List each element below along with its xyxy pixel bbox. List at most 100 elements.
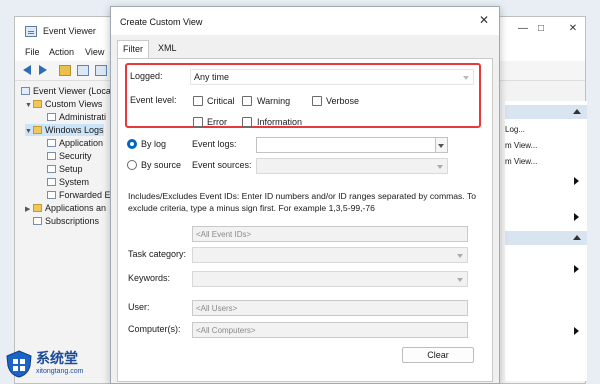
- tree-item-security[interactable]: Security: [47, 150, 92, 162]
- actions-header[interactable]: [505, 105, 587, 119]
- filter-panel: Logged: Any time Event level: Critical W…: [117, 58, 493, 382]
- watermark-logo: 系统堂 xitongtang.com: [0, 344, 100, 384]
- submenu-arrow-icon[interactable]: [574, 265, 579, 273]
- log-icon: [33, 217, 42, 225]
- information-checkbox[interactable]: [242, 117, 252, 127]
- expand-chevron-icon[interactable]: ▼: [25, 126, 33, 138]
- keywords-label: Keywords:: [128, 273, 171, 283]
- logged-dropdown[interactable]: Any time: [190, 69, 474, 85]
- minimize-button[interactable]: —: [515, 23, 531, 34]
- log-icon: [47, 178, 56, 186]
- shield-logo-icon: [6, 350, 32, 378]
- by-log-radio[interactable]: [127, 139, 137, 149]
- event-ids-input[interactable]: <All Event IDs>: [192, 226, 468, 242]
- event-viewer-app-icon: [25, 26, 37, 37]
- user-label: User:: [128, 302, 150, 312]
- expand-chevron-icon[interactable]: ▶: [25, 204, 33, 216]
- chevron-down-icon: [438, 144, 444, 148]
- tab-filter[interactable]: Filter: [117, 40, 149, 58]
- event-logs-dropdown-button[interactable]: [435, 138, 447, 152]
- close-icon[interactable]: ✕: [477, 13, 491, 27]
- collapse-icon: [573, 235, 581, 240]
- tree-item-system[interactable]: System: [47, 176, 89, 188]
- keywords-dropdown[interactable]: [192, 271, 468, 287]
- dialog-title: Create Custom View: [120, 17, 203, 27]
- event-viewer-icon: [21, 87, 30, 95]
- event-ids-placeholder: <All Event IDs>: [196, 230, 252, 239]
- folder-up-icon[interactable]: [59, 65, 71, 76]
- watermark-url: xitongtang.com: [36, 368, 84, 375]
- critical-checkbox[interactable]: [193, 96, 203, 106]
- action-import-custom-view[interactable]: m View...: [505, 157, 537, 166]
- menu-file[interactable]: File: [25, 47, 40, 57]
- tree-item-administrative[interactable]: Administrati: [47, 111, 106, 123]
- log-icon: [47, 113, 56, 121]
- folder-icon: [33, 126, 42, 134]
- tree-item-application[interactable]: Application: [47, 137, 103, 149]
- chevron-down-icon: [457, 254, 463, 258]
- log-icon: [47, 152, 56, 160]
- verbose-checkbox[interactable]: [312, 96, 322, 106]
- computers-input[interactable]: <All Computers>: [192, 322, 468, 338]
- tab-xml[interactable]: XML: [153, 40, 182, 58]
- tree-item-setup[interactable]: Setup: [47, 163, 83, 175]
- event-sources-dropdown[interactable]: [256, 158, 448, 174]
- maximize-button[interactable]: □: [533, 23, 549, 34]
- chevron-down-icon: [463, 76, 469, 80]
- warning-checkbox[interactable]: [242, 96, 252, 106]
- event-logs-dropdown[interactable]: [256, 137, 448, 153]
- submenu-arrow-icon[interactable]: [574, 327, 579, 335]
- tree-item-event-viewer-local[interactable]: Event Viewer (Local): [21, 85, 116, 97]
- verbose-label: Verbose: [326, 96, 360, 106]
- submenu-arrow-icon[interactable]: [574, 177, 579, 185]
- log-icon: [47, 191, 56, 199]
- error-label: Error: [207, 117, 227, 127]
- tree-item-subscriptions[interactable]: Subscriptions: [33, 215, 99, 227]
- submenu-arrow-icon[interactable]: [574, 213, 579, 221]
- event-sources-label: Event sources:: [192, 160, 252, 170]
- window-close-button[interactable]: ✕: [565, 23, 581, 34]
- task-category-label: Task category:: [128, 249, 187, 259]
- folder-icon: [33, 100, 42, 108]
- by-source-radio[interactable]: [127, 160, 137, 170]
- event-logs-label: Event logs:: [192, 139, 237, 149]
- console-tree: Event Viewer (Local) ▼ Custom Views Admin…: [19, 83, 116, 383]
- warning-label: Warning: [257, 96, 291, 106]
- event-viewer-title: Event Viewer: [43, 26, 96, 36]
- tree-item-windows-logs[interactable]: ▼ Windows Logs: [25, 124, 104, 136]
- tree-item-forwarded-events[interactable]: Forwarded E: [47, 189, 111, 201]
- collapse-icon: [573, 109, 581, 114]
- back-icon[interactable]: [23, 65, 31, 75]
- forward-icon[interactable]: [39, 65, 47, 75]
- task-category-dropdown[interactable]: [192, 247, 468, 263]
- actions-pane: Log... m View... m View...: [505, 101, 587, 381]
- logged-value: Any time: [194, 72, 230, 82]
- logged-label: Logged:: [130, 71, 163, 81]
- tree-item-custom-views[interactable]: ▼ Custom Views: [25, 98, 102, 110]
- by-source-label: By source: [141, 160, 182, 170]
- expand-chevron-icon[interactable]: ▼: [25, 100, 33, 112]
- menu-action[interactable]: Action: [49, 47, 74, 57]
- event-ids-instructions: Includes/Excludes Event IDs: Enter ID nu…: [128, 191, 477, 213]
- chevron-down-icon: [457, 278, 463, 282]
- information-label: Information: [257, 117, 303, 127]
- by-log-label: By log: [141, 139, 167, 149]
- menu-view[interactable]: View: [85, 47, 104, 57]
- tree-item-applications-and-services[interactable]: ▶ Applications an: [25, 202, 106, 214]
- dialog-titlebar: Create Custom View ✕: [111, 7, 499, 35]
- action-create-custom-view[interactable]: m View...: [505, 141, 537, 150]
- event-level-label: Event level:: [130, 95, 177, 105]
- user-placeholder: <All Users>: [196, 304, 238, 313]
- computers-placeholder: <All Computers>: [196, 326, 256, 335]
- create-custom-view-dialog: Create Custom View ✕ Filter XML Logged: …: [110, 6, 500, 384]
- error-checkbox[interactable]: [193, 117, 203, 127]
- console-tree-icon[interactable]: [77, 65, 89, 76]
- watermark-text: 系统堂: [36, 351, 78, 367]
- clear-button[interactable]: Clear: [402, 347, 474, 363]
- action-open-log[interactable]: Log...: [505, 125, 525, 134]
- actions-header-2[interactable]: [505, 231, 587, 245]
- properties-icon[interactable]: [95, 65, 107, 76]
- chevron-down-icon: [437, 165, 443, 169]
- computers-label: Computer(s):: [128, 324, 181, 334]
- user-input[interactable]: <All Users>: [192, 300, 468, 316]
